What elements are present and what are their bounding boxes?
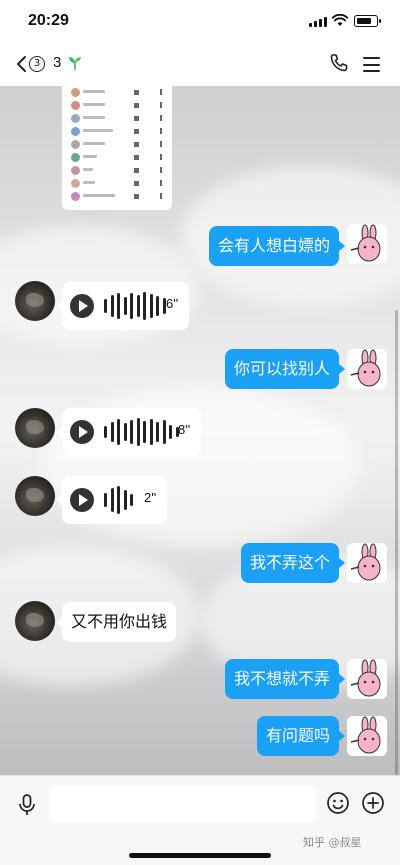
voice-waveform-icon: [104, 292, 166, 320]
battery-icon: [354, 15, 381, 27]
message-bubble-outgoing[interactable]: 会有人想白嫖的: [208, 226, 346, 266]
unread-badge[interactable]: 3: [29, 56, 45, 72]
contact-avatar[interactable]: [15, 408, 55, 448]
my-avatar-rabbit-icon[interactable]: [347, 716, 387, 756]
status-time: 20:29: [28, 12, 69, 29]
chat-header: 3 3: [0, 44, 400, 86]
voice-waveform-icon: [104, 418, 179, 446]
sprout-icon: [69, 57, 81, 70]
play-icon[interactable]: [70, 294, 94, 318]
message-bubble-outgoing[interactable]: 我不弄这个: [240, 543, 346, 583]
voice-message[interactable]: 2'': [56, 476, 167, 524]
message-bubble-outgoing[interactable]: 你可以找别人: [224, 349, 346, 389]
contact-avatar[interactable]: [15, 601, 55, 641]
message-bubble-outgoing[interactable]: 有问题吗: [256, 716, 346, 756]
chat-title: 3: [53, 54, 62, 71]
home-indicator: [129, 853, 271, 858]
wifi-icon: [332, 14, 348, 26]
microphone-icon[interactable]: [17, 793, 37, 817]
phone-icon[interactable]: [329, 53, 349, 73]
my-avatar-rabbit-icon[interactable]: [347, 659, 387, 699]
my-avatar-rabbit-icon[interactable]: [347, 224, 387, 264]
voice-duration: 8'': [178, 422, 191, 437]
play-icon[interactable]: [70, 420, 94, 444]
contact-avatar[interactable]: [15, 281, 55, 321]
input-bar: 知乎 @叔星: [0, 775, 400, 865]
voice-duration: 6'': [166, 296, 179, 311]
message-bubble-outgoing[interactable]: 我不想就不弄: [224, 659, 346, 699]
message-bubble-incoming[interactable]: 又不用你出钱: [55, 602, 177, 642]
contact-avatar[interactable]: [15, 476, 55, 516]
voice-waveform-icon: [104, 486, 133, 514]
my-avatar-rabbit-icon[interactable]: [347, 349, 387, 389]
plus-circle-icon[interactable]: [361, 791, 385, 815]
scrollbar[interactable]: [395, 310, 398, 775]
emoji-icon[interactable]: [326, 791, 350, 815]
menu-icon[interactable]: [363, 57, 380, 77]
shared-screenshot-image[interactable]: [62, 86, 172, 210]
cellular-signal-icon: [309, 17, 327, 27]
play-icon[interactable]: [70, 488, 94, 512]
watermark: 知乎 @叔星: [303, 836, 362, 849]
voice-message[interactable]: 8'': [56, 408, 201, 456]
voice-message[interactable]: 6'': [56, 282, 189, 330]
my-avatar-rabbit-icon[interactable]: [347, 543, 387, 583]
status-bar: 20:29: [0, 0, 400, 44]
voice-duration: 2'': [144, 490, 157, 505]
message-input[interactable]: [49, 786, 317, 822]
